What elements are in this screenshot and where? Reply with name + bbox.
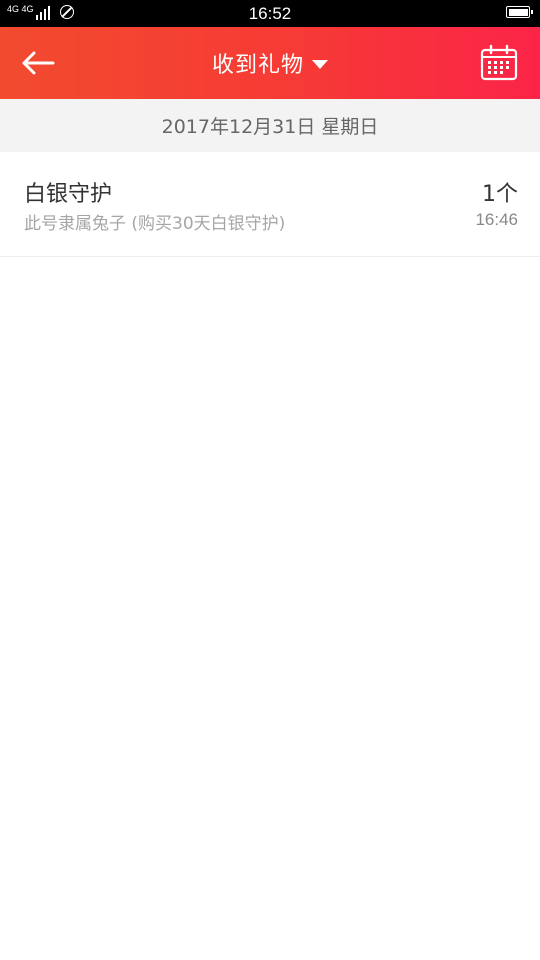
gift-list-item[interactable]: 白银守护 此号隶属兔子 (购买30天白银守护) 1个 16:46 (0, 152, 540, 257)
date-label: 2017年12月31日 星期日 (161, 116, 379, 138)
date-bar: 2017年12月31日 星期日 (0, 99, 540, 152)
status-time: 16:52 (248, 4, 292, 23)
chevron-down-icon (312, 59, 328, 69)
gift-type-dropdown[interactable]: 收到礼物 (0, 47, 540, 79)
calendar-icon (480, 44, 518, 81)
status-bar: 4G 4G 16:52 (0, 0, 540, 27)
page-title: 收到礼物 (211, 53, 304, 78)
app-header: 收到礼物 (0, 27, 540, 99)
battery-icon (506, 6, 533, 18)
calendar-button[interactable] (480, 44, 518, 82)
gift-name: 白银守护 (24, 182, 113, 207)
gift-count: 1个 (482, 182, 518, 207)
gift-time: 16:46 (475, 210, 518, 229)
gift-description: 此号隶属兔子 (购买30天白银守护) (24, 214, 286, 234)
